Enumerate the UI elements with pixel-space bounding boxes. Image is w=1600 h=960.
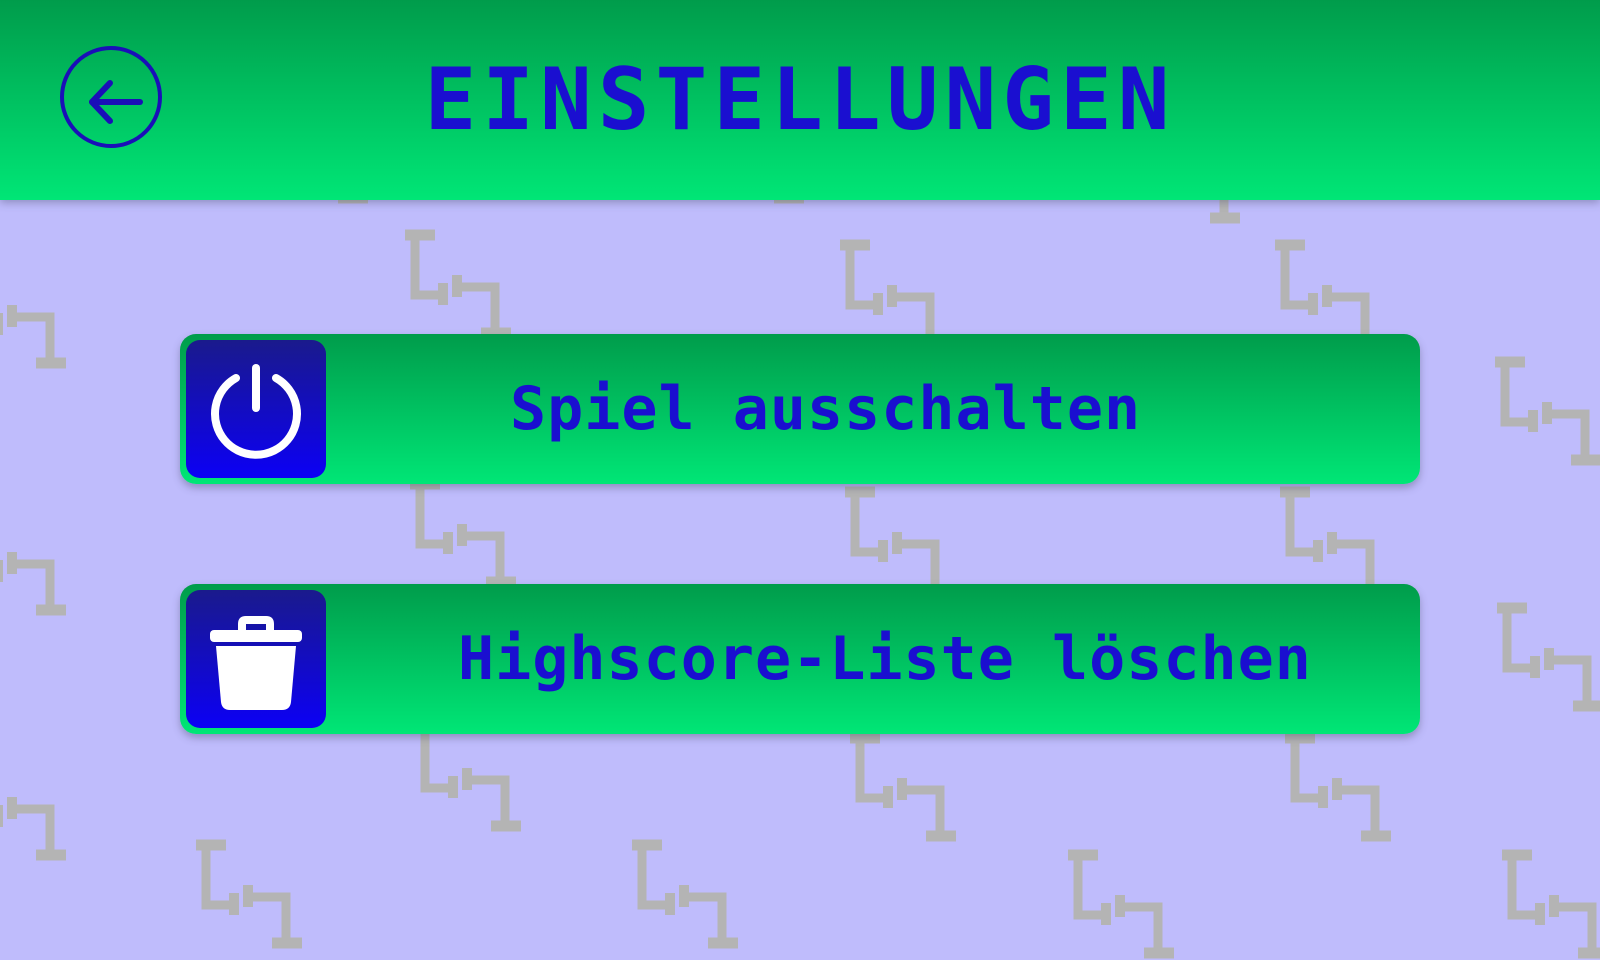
power-icon xyxy=(211,364,301,459)
pipe-pattern-motif xyxy=(1502,855,1600,953)
pipe-pattern-motif xyxy=(1495,362,1600,460)
pipe-pattern-motif xyxy=(845,492,951,590)
shutdown-game-button[interactable]: Spiel ausschalten xyxy=(180,334,1420,484)
pipe-pattern-motif xyxy=(632,845,738,943)
trash-icon xyxy=(210,616,302,710)
pipe-pattern-motif xyxy=(196,845,302,943)
pipe-pattern-motif xyxy=(405,235,511,333)
trash-icon-box xyxy=(186,590,326,728)
page-title: EINSTELLUNGEN xyxy=(424,50,1176,150)
clear-highscore-label: Highscore-Liste löschen xyxy=(458,624,1312,694)
pipe-pattern-motif xyxy=(1285,738,1391,836)
pipe-pattern-motif xyxy=(1068,855,1174,953)
pipe-pattern-motif xyxy=(0,512,66,610)
pipe-pattern-motif xyxy=(0,265,66,363)
pipe-pattern-motif xyxy=(0,757,66,855)
power-icon-box xyxy=(186,340,326,478)
pipe-pattern-motif xyxy=(840,245,946,343)
pipe-pattern-motif xyxy=(1497,608,1600,706)
shutdown-game-label: Spiel ausschalten xyxy=(510,374,1142,444)
pipe-pattern-motif xyxy=(1275,245,1381,343)
pipe-pattern-motif xyxy=(410,484,516,582)
pipe-pattern-motif xyxy=(415,728,521,826)
pipe-pattern-motif xyxy=(1280,492,1386,590)
clear-highscore-button[interactable]: Highscore-Liste löschen xyxy=(180,584,1420,734)
pipe-pattern-motif xyxy=(850,738,956,836)
header-bar: EINSTELLUNGEN xyxy=(0,0,1600,200)
